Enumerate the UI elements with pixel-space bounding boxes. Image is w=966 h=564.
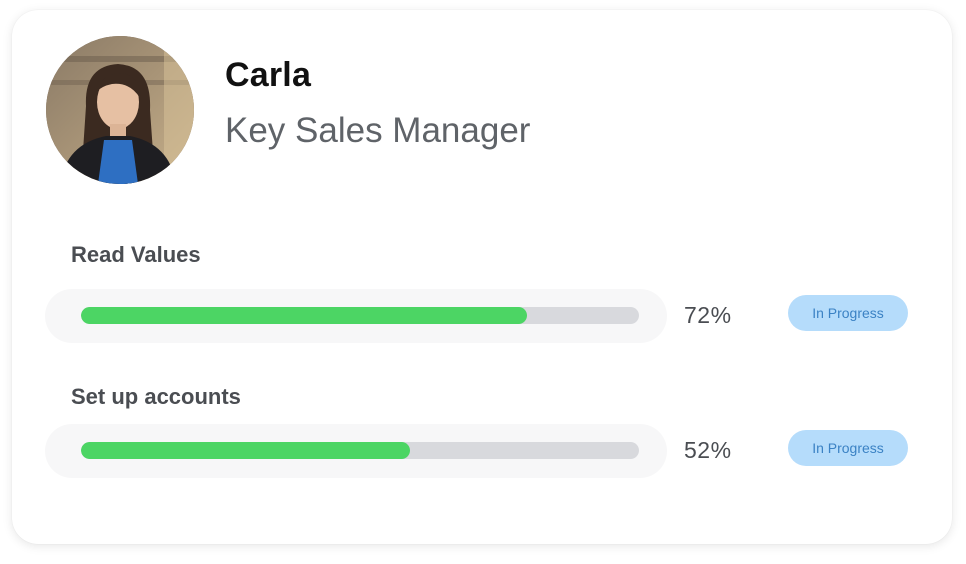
task-title: Set up accounts (71, 384, 241, 409)
avatar-photo (46, 36, 194, 184)
progress-fill (81, 442, 411, 459)
task-title: Read Values (71, 242, 201, 267)
progress-row (45, 424, 667, 478)
profile-name: Carla (225, 56, 312, 94)
progress-fill (81, 307, 528, 324)
progress-row (45, 289, 667, 343)
progress-track (81, 307, 639, 324)
avatar (46, 36, 194, 184)
status-badge[interactable]: In Progress (788, 295, 908, 331)
profile-role: Key Sales Manager (225, 111, 531, 150)
status-badge[interactable]: In Progress (788, 430, 908, 466)
progress-track (81, 442, 639, 459)
profile-card: Carla Key Sales Manager Read Values 72% … (12, 10, 952, 544)
progress-percent: 52% (684, 437, 732, 463)
progress-percent: 72% (684, 302, 732, 328)
